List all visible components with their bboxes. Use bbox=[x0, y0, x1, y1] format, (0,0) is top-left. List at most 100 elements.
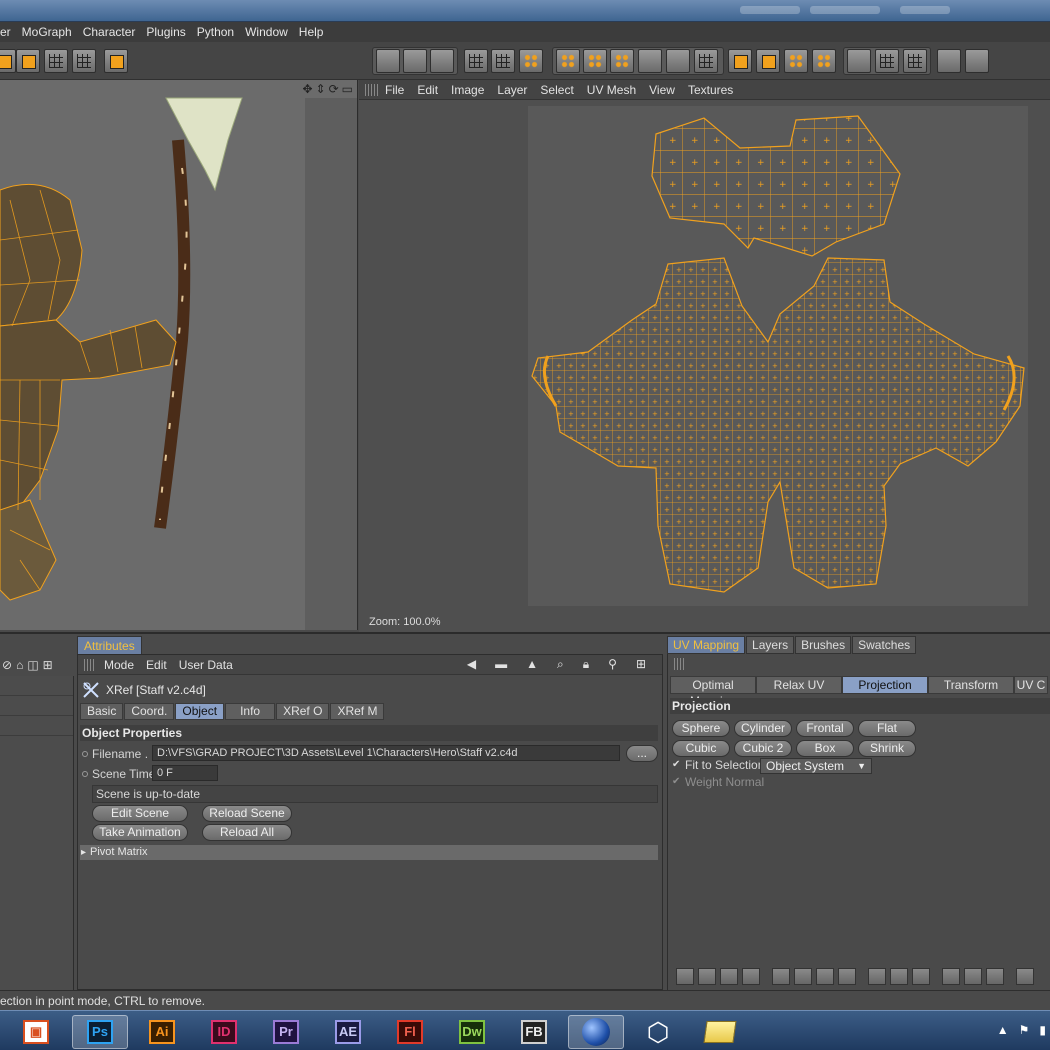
filename-field[interactable]: D:\VFS\GRAD PROJECT\3D Assets\Level 1\Ch… bbox=[152, 745, 620, 761]
tool-icon[interactable] bbox=[698, 968, 716, 985]
texture-mode-icon[interactable] bbox=[104, 49, 128, 73]
animation-dot-icon[interactable] bbox=[82, 771, 88, 777]
tool-icon[interactable] bbox=[912, 968, 930, 985]
browse-button[interactable]: ... bbox=[626, 745, 658, 762]
taskbar-flash-app[interactable]: Fl bbox=[382, 1015, 438, 1049]
flat-button[interactable]: Flat bbox=[858, 720, 916, 737]
uv-paint-3-icon[interactable] bbox=[903, 49, 927, 73]
taskbar-illustrator-app[interactable]: Ai bbox=[134, 1015, 190, 1049]
tool-icon[interactable] bbox=[964, 968, 982, 985]
rotate-icon[interactable]: ⟳ bbox=[329, 82, 339, 96]
tool-icon[interactable] bbox=[772, 968, 790, 985]
tool-icon[interactable] bbox=[838, 968, 856, 985]
animation-dot-icon[interactable] bbox=[82, 751, 88, 757]
3d-viewport[interactable]: ✥ ⇕ ⟳ ▭ bbox=[0, 80, 358, 630]
tab-brushes[interactable]: Brushes bbox=[795, 636, 852, 654]
attr-menu-user-data[interactable]: User Data bbox=[179, 658, 233, 672]
uv-select-3-icon[interactable] bbox=[610, 49, 634, 73]
tool-icon[interactable] bbox=[720, 968, 738, 985]
tab-layers[interactable]: Layers bbox=[746, 636, 795, 654]
subtab-transform[interactable]: Transform bbox=[928, 676, 1014, 694]
network-icon[interactable]: ▮ bbox=[1039, 1023, 1046, 1037]
polygon-mode-icon[interactable] bbox=[44, 49, 68, 73]
add-icon[interactable]: ⊞ bbox=[43, 658, 53, 672]
fit-to-selection-checkbox[interactable]: ✔ Fit to Selection bbox=[672, 758, 764, 772]
reload-all-button[interactable]: Reload All bbox=[202, 824, 292, 841]
tab-xref-o[interactable]: XRef O bbox=[276, 703, 330, 720]
subtab-projection[interactable]: Projection bbox=[842, 676, 928, 694]
uv-weld-icon[interactable] bbox=[666, 49, 690, 73]
lock-icon[interactable]: 🔒︎ bbox=[583, 657, 589, 672]
uv-mirror-icon[interactable] bbox=[638, 49, 662, 73]
uv-select-icon[interactable] bbox=[556, 49, 580, 73]
uv-paint-2-icon[interactable] bbox=[875, 49, 899, 73]
sphere-button[interactable]: Sphere bbox=[672, 720, 730, 737]
taskbar-indesign-app[interactable]: ID bbox=[196, 1015, 252, 1049]
search-icon[interactable]: ⌕ bbox=[557, 657, 564, 672]
uv-polygons-icon[interactable] bbox=[491, 49, 515, 73]
uv-menu-select[interactable]: Select bbox=[540, 83, 573, 97]
tool-icon[interactable] bbox=[816, 968, 834, 985]
back-arrow-icon[interactable]: ◀ bbox=[467, 657, 476, 672]
subtab-optimal-mapping[interactable]: Optimal Mapping bbox=[670, 676, 756, 708]
tool-icon[interactable] bbox=[742, 968, 760, 985]
uv-menu-image[interactable]: Image bbox=[451, 83, 484, 97]
search-icon[interactable]: ⊘ bbox=[2, 658, 12, 672]
attr-menu-edit[interactable]: Edit bbox=[146, 658, 167, 672]
uv-canvas[interactable]: + + bbox=[528, 106, 1028, 606]
uv-menu-edit[interactable]: Edit bbox=[417, 83, 438, 97]
uv-export-icon[interactable] bbox=[965, 49, 989, 73]
uv-island-icon[interactable] bbox=[728, 49, 752, 73]
zoom-icon[interactable]: ⇕ bbox=[316, 82, 326, 96]
edge-mode-icon[interactable] bbox=[16, 49, 40, 73]
up-arrow-icon[interactable]: ▲ bbox=[526, 657, 538, 672]
cubic-button[interactable]: Cubic bbox=[672, 740, 730, 757]
layers-icon[interactable]: ◫ bbox=[27, 658, 38, 672]
panel-divider[interactable] bbox=[0, 632, 1050, 634]
tool-icon[interactable] bbox=[794, 968, 812, 985]
menu-item-python[interactable]: Python bbox=[197, 25, 245, 39]
uv-checker-icon[interactable] bbox=[519, 49, 543, 73]
menu-item-window[interactable]: Window bbox=[245, 25, 299, 39]
uv-grid-icon[interactable] bbox=[464, 49, 488, 73]
tab-xref-m[interactable]: XRef M bbox=[330, 703, 385, 720]
home-icon[interactable]: ⌂ bbox=[16, 658, 23, 672]
uv-menu-textures[interactable]: Textures bbox=[688, 83, 733, 97]
uv-island-2-icon[interactable] bbox=[756, 49, 780, 73]
object-row[interactable] bbox=[0, 716, 73, 736]
uv-paint-icon[interactable] bbox=[847, 49, 871, 73]
taskbar-flash-builder-app[interactable]: FB bbox=[506, 1015, 562, 1049]
grip-icon[interactable] bbox=[674, 658, 686, 670]
tab-coord[interactable]: Coord. bbox=[124, 703, 175, 720]
menu-item-partial[interactable]: er bbox=[0, 25, 22, 39]
uv-menu-view[interactable]: View bbox=[649, 83, 675, 97]
flag-icon[interactable]: ⚑ bbox=[1019, 1023, 1030, 1037]
taskbar-office-app[interactable]: ▣ bbox=[8, 1015, 64, 1049]
tab-uv-mapping[interactable]: UV Mapping bbox=[667, 636, 746, 654]
tray-expand-icon[interactable]: ▲ bbox=[997, 1023, 1009, 1037]
tool-icon[interactable] bbox=[890, 968, 908, 985]
uv-menu-layer[interactable]: Layer bbox=[497, 83, 527, 97]
link-icon[interactable]: ⚲ bbox=[608, 657, 617, 672]
subtab-uv-c[interactable]: UV C bbox=[1014, 676, 1048, 694]
weight-normal-checkbox[interactable]: ✔ Weight Normal bbox=[672, 775, 764, 789]
tab-attributes[interactable]: Attributes bbox=[77, 636, 142, 654]
taskbar-photoshop-app[interactable]: Ps bbox=[72, 1015, 128, 1049]
attr-menu-mode[interactable]: Mode bbox=[104, 658, 134, 672]
uv-rotate-icon[interactable] bbox=[403, 49, 427, 73]
menu-item-help[interactable]: Help bbox=[299, 25, 335, 39]
move-icon[interactable]: ✥ bbox=[302, 82, 312, 96]
uv-select-2-icon[interactable] bbox=[583, 49, 607, 73]
uv-points-icon[interactable] bbox=[72, 49, 96, 73]
tool-icon[interactable] bbox=[1016, 968, 1034, 985]
uv-move-icon[interactable] bbox=[376, 49, 400, 73]
uv-menu-file[interactable]: File bbox=[385, 83, 404, 97]
pivot-matrix-group[interactable]: Pivot Matrix bbox=[80, 845, 658, 860]
edit-scene-button[interactable]: Edit Scene bbox=[92, 805, 188, 822]
scene-time-field[interactable]: 0 F bbox=[152, 765, 218, 781]
cylinder-button[interactable]: Cylinder bbox=[734, 720, 792, 737]
maximize-icon[interactable]: ▭ bbox=[342, 82, 353, 96]
coordinate-system-dropdown[interactable]: Object System ▼ bbox=[760, 758, 872, 774]
taskbar-explorer-app[interactable] bbox=[692, 1015, 748, 1049]
tab-basic[interactable]: Basic bbox=[80, 703, 124, 720]
